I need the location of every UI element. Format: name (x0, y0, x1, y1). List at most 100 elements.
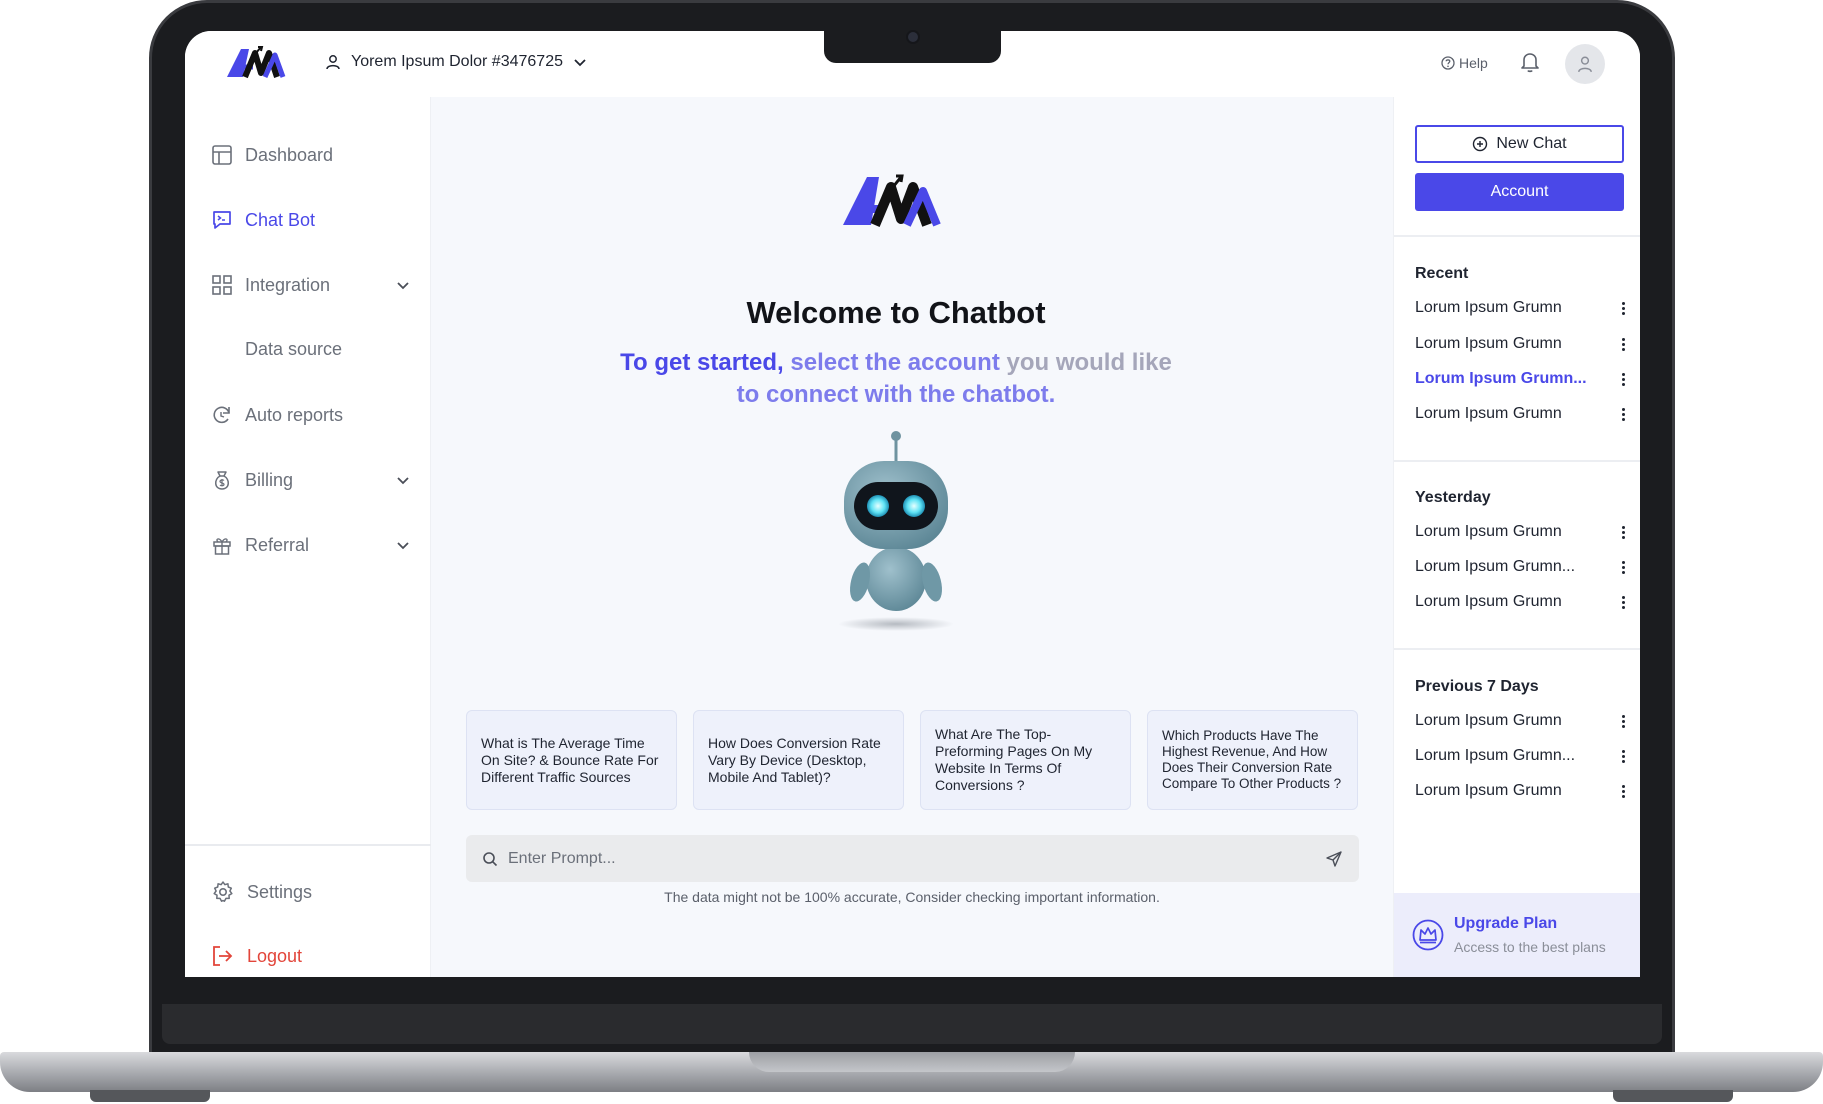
account-button[interactable]: Account (1415, 173, 1624, 211)
chevron-down-icon (574, 59, 586, 67)
plus-circle-icon (1473, 136, 1488, 152)
suggestion-text: What Are The Top-Preforming Pages On My … (935, 726, 1093, 793)
history-item[interactable]: Lorum Ipsum Grumn (1415, 335, 1625, 353)
account-button-label: Account (1490, 183, 1549, 200)
app-screen: Yorem Ipsum Dolor #3476725 Help Dashboar… (185, 31, 1640, 977)
previous-7-days-section-title: Previous 7 Days (1415, 678, 1539, 695)
sidebar-divider (185, 844, 431, 846)
upgrade-plan-subtitle: Access to the best plans (1454, 939, 1606, 955)
history-item-label: Lorum Ipsum Grumn... (1415, 558, 1576, 575)
sidebar: Dashboard Chat Bot Integration Data sour… (185, 97, 431, 977)
history-item[interactable]: Lorum Ipsum Grumn... (1415, 558, 1625, 576)
subtitle-part-1: To get started, (620, 349, 784, 376)
akm-logo (843, 174, 941, 227)
history-item-label: Lorum Ipsum Grumn (1415, 782, 1562, 799)
subtitle-part-3: you would like (1006, 349, 1172, 376)
prompt-input[interactable] (508, 849, 1325, 868)
laptop-hinge-notch (749, 1052, 1075, 1072)
subtitle-part-2: select the account (790, 349, 1000, 376)
sidebar-item-settings[interactable]: Settings (211, 880, 411, 904)
new-chat-label: New Chat (1496, 135, 1567, 152)
subtitle-part-4: to connect with the chatbot. (736, 381, 1056, 408)
sidebar-item-label: Dashboard (245, 144, 334, 165)
suggestion-card[interactable]: How Does Conversion Rate Vary By Device … (693, 710, 904, 810)
main-content: Welcome to Chatbot To get started, selec… (431, 97, 1393, 977)
gear-icon (213, 881, 233, 902)
more-options-icon[interactable] (1621, 301, 1625, 315)
sidebar-item-integration[interactable]: Integration (211, 274, 411, 296)
more-options-icon[interactable] (1621, 337, 1625, 351)
panel-divider (1394, 460, 1640, 462)
sidebar-item-billing[interactable]: Billing (211, 469, 411, 491)
chat-history-panel: New Chat Account Recent Lorum Ipsum Grum… (1393, 97, 1640, 977)
suggestion-card[interactable]: What is The Average Time On Site? & Boun… (466, 710, 677, 810)
more-options-icon[interactable] (1621, 784, 1625, 798)
akm-logo (227, 46, 286, 79)
sidebar-item-label: Data source (245, 339, 343, 359)
more-options-icon[interactable] (1621, 714, 1625, 728)
history-item-label: Lorum Ipsum Grumn... (1415, 370, 1587, 387)
yesterday-section-title: Yesterday (1415, 489, 1491, 506)
account-selector-label: Yorem Ipsum Dolor #3476725 (351, 53, 563, 70)
more-options-icon[interactable] (1621, 749, 1625, 763)
grid-icon (212, 275, 232, 295)
suggestion-card[interactable]: Which Products Have The Highest Revenue,… (1147, 710, 1358, 810)
more-options-icon[interactable] (1621, 560, 1625, 574)
chevron-down-icon[interactable] (395, 472, 411, 488)
settings-label: Settings (247, 881, 313, 902)
laptop-mockup: Yorem Ipsum Dolor #3476725 Help Dashboar… (0, 0, 1823, 1104)
sidebar-item-referral[interactable]: Referral (211, 534, 411, 556)
history-item[interactable]: Lorum Ipsum Grumn (1415, 712, 1625, 730)
history-item-active[interactable]: Lorum Ipsum Grumn... (1415, 370, 1625, 388)
more-options-icon[interactable] (1621, 525, 1625, 539)
more-options-icon[interactable] (1621, 372, 1625, 386)
suggestion-text: How Does Conversion Rate Vary By Device … (708, 734, 881, 785)
welcome-subtitle: To get started, select the account you w… (581, 347, 1211, 411)
sidebar-item-data-source[interactable]: Data source (211, 339, 411, 360)
search-icon (483, 851, 498, 866)
upgrade-plan-title: Upgrade Plan (1454, 915, 1558, 932)
chevron-down-icon[interactable] (395, 277, 411, 293)
history-item-label: Lorum Ipsum Grumn (1415, 405, 1562, 422)
logout-label: Logout (247, 945, 303, 966)
bell-icon[interactable] (1520, 51, 1540, 73)
history-item-label: Lorum Ipsum Grumn (1415, 335, 1562, 352)
suggestion-cards: What is The Average Time On Site? & Boun… (466, 710, 1358, 810)
user-icon (1578, 56, 1592, 73)
suggestion-text: What is The Average Time On Site? & Boun… (481, 734, 659, 785)
more-options-icon[interactable] (1621, 595, 1625, 609)
send-icon[interactable] (1325, 850, 1343, 868)
suggestion-card[interactable]: What Are The Top-Preforming Pages On My … (920, 710, 1131, 810)
question-circle-icon (1441, 56, 1455, 70)
history-item[interactable]: Lorum Ipsum Grumn (1415, 593, 1625, 611)
recent-section-title: Recent (1415, 265, 1469, 282)
history-item[interactable]: Lorum Ipsum Grumn (1415, 405, 1625, 423)
account-selector[interactable]: Yorem Ipsum Dolor #3476725 (325, 53, 587, 71)
help-link[interactable]: Help (1441, 55, 1488, 71)
accuracy-disclaimer: The data might not be 100% accurate, Con… (664, 889, 1160, 905)
history-item[interactable]: Lorum Ipsum Grumn (1415, 782, 1625, 800)
camera-icon (906, 30, 920, 44)
sidebar-item-dashboard[interactable]: Dashboard (211, 144, 411, 166)
robot-illustration (838, 431, 954, 631)
upgrade-plan-banner[interactable]: Upgrade Plan Access to the best plans (1394, 893, 1640, 977)
logout-icon (213, 946, 233, 966)
more-options-icon[interactable] (1621, 407, 1625, 421)
gift-icon (213, 538, 231, 555)
history-item[interactable]: Lorum Ipsum Grumn (1415, 299, 1625, 317)
history-item-label: Lorum Ipsum Grumn (1415, 523, 1562, 540)
panel-divider (1394, 648, 1640, 650)
money-icon (215, 471, 229, 490)
refresh-icon (213, 406, 230, 424)
prompt-bar (466, 835, 1359, 882)
sidebar-item-auto-reports[interactable]: Auto reports (211, 404, 411, 426)
suggestion-text: Which Products Have The Highest Revenue,… (1162, 728, 1342, 791)
sidebar-item-chat-bot[interactable]: Chat Bot (211, 209, 411, 231)
chevron-down-icon[interactable] (395, 537, 411, 553)
new-chat-button[interactable]: New Chat (1415, 125, 1624, 163)
user-icon (326, 55, 340, 70)
avatar[interactable] (1565, 44, 1605, 84)
history-item[interactable]: Lorum Ipsum Grumn (1415, 523, 1625, 541)
logout-button[interactable]: Logout (211, 945, 411, 967)
history-item[interactable]: Lorum Ipsum Grumn... (1415, 747, 1625, 765)
